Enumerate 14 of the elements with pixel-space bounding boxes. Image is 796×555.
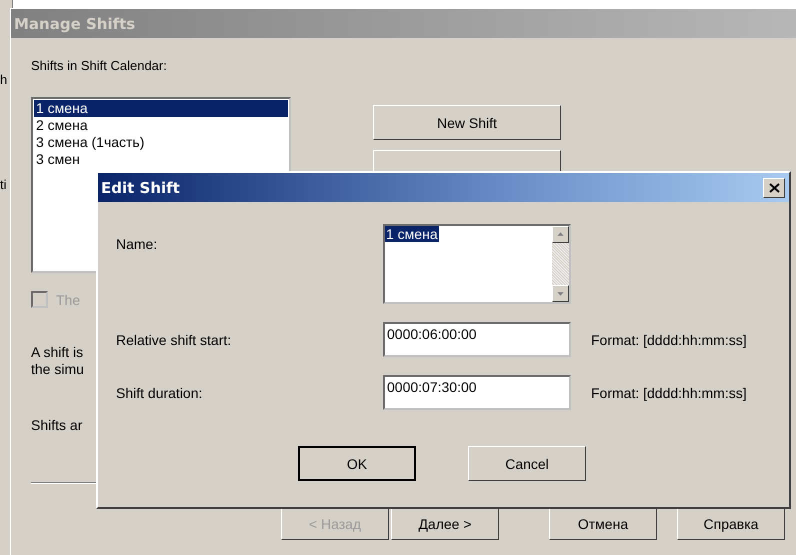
window-text: h [0,72,8,87]
field-label: Shift duration: [116,384,204,400]
list-label: Shifts in Shift Calendar: [31,58,168,73]
description-text: Shifts ar [31,417,82,434]
description-text: the simu [31,361,84,378]
format-hint: Format: [dddd:hh:mm:ss] [591,384,748,400]
field-label: Relative shift start: [116,332,232,348]
checkbox-label: The [56,292,80,308]
window-text: ti [0,177,6,192]
format-hint: Format: [dddd:hh:mm:ss] [591,332,748,348]
description-text: A shift is [31,344,84,361]
field-label: Name: [116,236,158,252]
window-title: Manage Shifts [14,14,136,32]
dialog-title: Edit Shift [101,178,180,196]
